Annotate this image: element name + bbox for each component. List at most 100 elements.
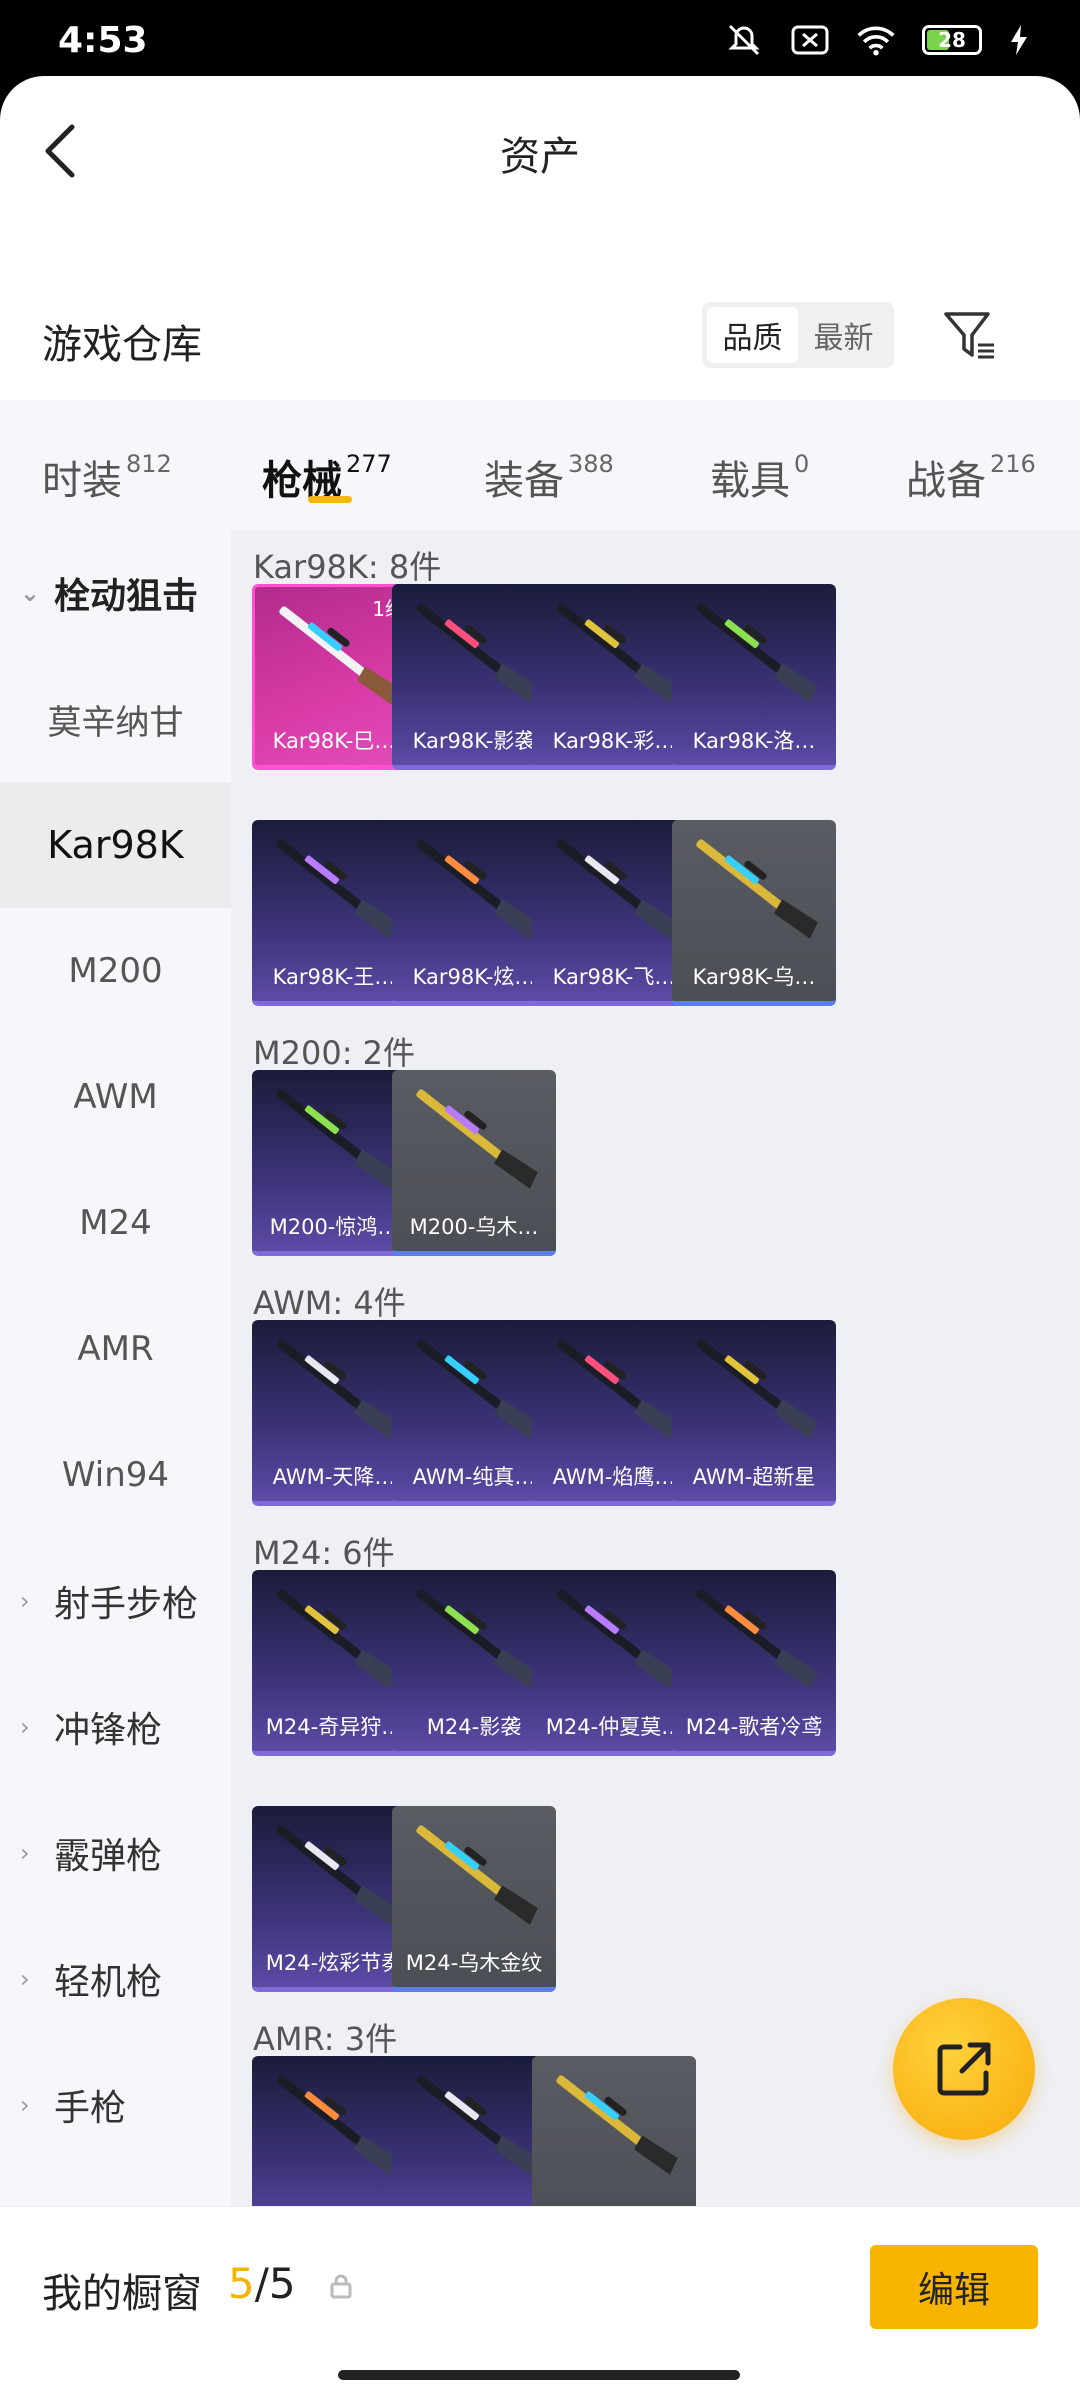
tab-count: 812 — [126, 450, 172, 478]
filter-icon — [944, 312, 994, 359]
showcase-total: /5 — [254, 2259, 296, 2308]
sidebar-item-m24[interactable]: M24 — [0, 1160, 231, 1286]
chevron-right-icon: › — [20, 1839, 30, 1867]
rifle-icon — [416, 1825, 538, 1925]
sidebar-group-bolt-action[interactable]: ⌄ 栓动狙击 — [0, 530, 231, 656]
sidebar-group-smg[interactable]: › 冲锋枪 — [0, 1664, 231, 1790]
sidebar-group-label: 手枪 — [54, 2088, 127, 2129]
rifle-icon — [696, 1339, 818, 1439]
sidebar-item-mosin[interactable]: 莫辛纳甘 — [0, 656, 231, 782]
tab-label: 装备 — [484, 458, 564, 504]
sidebar-group-label: 冲锋枪 — [54, 1710, 163, 1751]
chevron-right-icon: › — [20, 1587, 30, 1615]
group-header: AMR: 3件 — [253, 2020, 398, 2058]
external-link-icon — [937, 2042, 991, 2096]
status-icons: 28 — [724, 22, 1030, 58]
chevron-down-icon: ⌄ — [20, 579, 41, 607]
weapon-skin-card[interactable]: M24-乌木金纹 — [392, 1806, 556, 1992]
weapon-sidebar: ⌄ 栓动狙击 莫辛纳甘 Kar98K M200 AWM M24 AMR Win94… — [0, 530, 231, 2280]
weapon-skin-name: M24-影袭 — [426, 1715, 522, 1739]
weapon-skin-card[interactable]: AWM-超新星 — [672, 1320, 836, 1506]
sidebar-group-label: 射手步枪 — [54, 1584, 199, 1625]
sidebar-group-pistol[interactable]: › 手枪 — [0, 2042, 231, 2168]
showcase-count: 5/5 — [228, 2259, 296, 2308]
edit-button[interactable]: 编辑 — [870, 2245, 1038, 2329]
weapon-skin-name: M24-乌木金纹 — [405, 1951, 543, 1975]
tab-fashion[interactable]: 时装 812 — [42, 448, 172, 506]
sidebar-item-label: M24 — [79, 1203, 152, 1243]
weapon-skin-card[interactable]: Kar98K-乌… — [672, 820, 836, 1006]
page-title: 资产 — [500, 134, 580, 180]
rifle-icon — [416, 1089, 538, 1189]
battery-icon: 28 — [922, 25, 982, 55]
tab-label: 载具 — [710, 458, 790, 504]
sidebar-group-marksman[interactable]: › 射手步枪 — [0, 1538, 231, 1664]
sidebar-item-kar98k[interactable]: Kar98K — [0, 782, 231, 908]
weapon-skin-name: M24-仲夏莫… — [545, 1715, 683, 1739]
mute-icon — [724, 22, 764, 58]
sidebar-item-m200[interactable]: M200 — [0, 908, 231, 1034]
tab-count: 0 — [794, 450, 810, 478]
group-header: M24: 6件 — [253, 1534, 395, 1572]
tab-count: 216 — [990, 450, 1036, 478]
tab-equipment[interactable]: 装备 388 — [484, 448, 614, 506]
tab-count: 388 — [568, 450, 614, 478]
showcase-current: 5 — [228, 2259, 255, 2308]
battery-level: 28 — [938, 28, 966, 52]
rifle-icon — [696, 1589, 818, 1689]
filter-button[interactable] — [940, 306, 1000, 366]
sidebar-item-label: AWM — [73, 1077, 158, 1117]
tab-vehicles[interactable]: 载具 0 — [710, 448, 809, 506]
sidebar-item-win94[interactable]: Win94 — [0, 1412, 231, 1538]
weapon-skin-name: M24-炫彩节奏 — [265, 1951, 403, 1975]
sort-quality-button[interactable]: 品质 — [707, 307, 798, 363]
group-header: AWM: 4件 — [253, 1284, 406, 1322]
tab-supplies[interactable]: 战备 216 — [906, 448, 1036, 506]
weapon-skin-name: Kar98K-炫… — [412, 965, 536, 989]
chevron-right-icon: › — [20, 1965, 30, 1993]
sim-off-icon — [790, 22, 830, 58]
sidebar-item-label: 莫辛纳甘 — [47, 702, 184, 743]
weapon-skin-name: M200-乌木… — [409, 1215, 539, 1239]
category-tabs: 时装 812 枪械 277 装备 388 载具 0 战备 216 — [0, 400, 1080, 530]
chevron-right-icon: › — [20, 2091, 30, 2119]
status-time: 4:53 — [58, 20, 148, 61]
weapon-skin-name: Kar98K-彩… — [552, 729, 676, 753]
weapon-skin-name: AWM-天降… — [272, 1465, 396, 1489]
weapon-skin-name: AWM-超新星 — [692, 1465, 816, 1489]
weapon-skin-card[interactable]: M24-歌者冷鸢 — [672, 1570, 836, 1756]
sort-newest-button[interactable]: 最新 — [798, 307, 889, 363]
wifi-icon — [856, 22, 896, 58]
sidebar-group-label: 轻机枪 — [54, 1962, 163, 2003]
sidebar-item-amr[interactable]: AMR — [0, 1286, 231, 1412]
weapon-skin-name: AWM-纯真… — [412, 1465, 536, 1489]
tab-count: 277 — [346, 450, 392, 478]
tab-label: 时装 — [42, 458, 122, 504]
sidebar-group-lmg[interactable]: › 轻机枪 — [0, 1916, 231, 2042]
weapon-skin-name: Kar98K-巳… — [272, 729, 396, 753]
showcase-label: 我的橱窗 — [42, 2271, 202, 2317]
weapon-skin-card[interactable]: Kar98K-洛… — [672, 584, 836, 770]
rifle-icon — [696, 603, 818, 703]
active-tab-indicator — [308, 496, 352, 503]
charging-icon — [1008, 22, 1030, 58]
sidebar-item-label: Kar98K — [47, 823, 184, 867]
sidebar-item-label: AMR — [77, 1329, 154, 1369]
sidebar-item-awm[interactable]: AWM — [0, 1034, 231, 1160]
weapon-skin-card[interactable]: M200-乌木… — [392, 1070, 556, 1256]
sort-toggle: 品质 最新 — [702, 302, 894, 368]
weapon-skin-name: M200-惊鸿… — [269, 1215, 399, 1239]
tab-label: 战备 — [906, 458, 986, 504]
lock-icon — [328, 2273, 356, 2301]
sidebar-group-label: 栓动狙击 — [54, 576, 199, 617]
rifle-icon — [696, 839, 818, 939]
sidebar-group-shotgun[interactable]: › 霰弹枪 — [0, 1790, 231, 1916]
share-fab-button[interactable] — [893, 1998, 1035, 2140]
sidebar-item-label: M200 — [68, 951, 163, 991]
weapon-skin-name: AWM-焰鹰… — [552, 1465, 676, 1489]
group-header: M200: 2件 — [253, 1034, 416, 1072]
weapon-skin-name: Kar98K-王… — [272, 965, 396, 989]
assets-page: 资产 游戏仓库 品质 最新 时装 812 枪械 277 装备 388 载具 0 战备 21… — [0, 76, 1080, 2400]
section-title: 游戏仓库 — [42, 322, 202, 368]
sidebar-group-label: 霰弹枪 — [54, 1836, 163, 1877]
